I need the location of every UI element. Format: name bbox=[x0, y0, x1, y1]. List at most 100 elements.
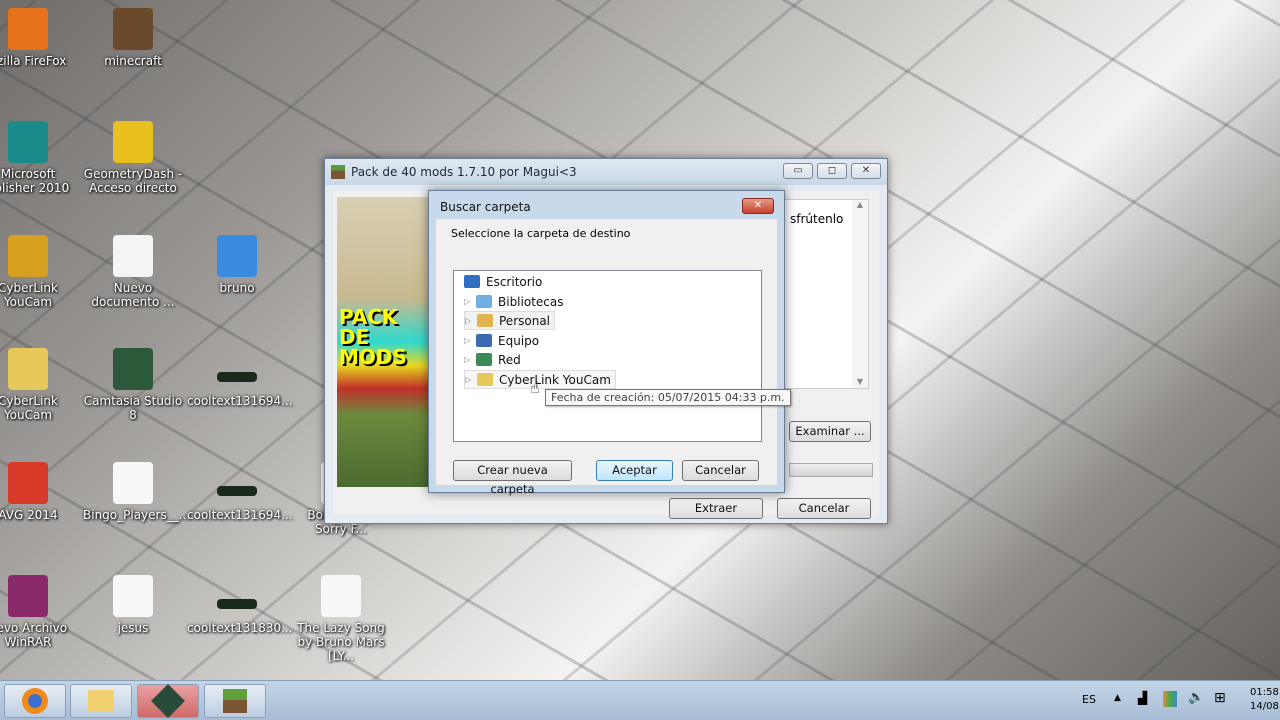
minecraft-icon bbox=[113, 8, 153, 50]
desktop-icon-item[interactable]: AVG 2014 bbox=[0, 462, 78, 522]
folder-icon bbox=[477, 373, 493, 386]
expand-arrow-icon[interactable]: ▷ bbox=[464, 355, 476, 364]
geometrydash-icon bbox=[113, 121, 153, 163]
user-folder-icon bbox=[477, 314, 493, 327]
browse-folder-dialog: Buscar carpeta ✕ Seleccione la carpeta d… bbox=[428, 190, 785, 496]
language-indicator[interactable]: ES bbox=[1082, 693, 1096, 706]
computer-icon bbox=[476, 334, 492, 347]
tree-item-personal[interactable]: ▷ Personal bbox=[464, 311, 556, 330]
taskbar-explorer[interactable] bbox=[70, 684, 132, 718]
folder-tree[interactable]: Escritorio ▷ Bibliotecas ▷ Personal ▷ Equip… bbox=[453, 270, 762, 442]
desktop-icon-item[interactable]: Nuevo documento ... bbox=[83, 235, 183, 309]
image-icon bbox=[217, 599, 257, 609]
tree-label: Personal bbox=[499, 313, 551, 328]
expand-arrow-icon[interactable]: ▷ bbox=[464, 297, 476, 306]
close-button[interactable]: ✕ bbox=[851, 163, 881, 179]
camtasia-icon bbox=[113, 348, 153, 390]
document-icon bbox=[113, 235, 153, 277]
clock[interactable]: 01:58 14/08 bbox=[1250, 686, 1279, 714]
desktop-icon-label: The Lazy Song by Bruno Mars [LY... bbox=[297, 621, 385, 663]
folder-icon bbox=[8, 348, 48, 390]
image-icon bbox=[217, 372, 257, 382]
tree-item-equipo[interactable]: ▷ Equipo bbox=[464, 331, 539, 350]
license-textarea[interactable]: sfrútenlo ▲ ▼ bbox=[783, 199, 869, 389]
tree-item-bibliotecas[interactable]: ▷ Bibliotecas bbox=[464, 292, 563, 311]
maximize-button[interactable]: ◻ bbox=[817, 163, 847, 179]
expand-arrow-icon[interactable]: ▷ bbox=[465, 375, 477, 384]
browse-button[interactable]: Examinar ... bbox=[789, 421, 871, 442]
desktop-icon-item[interactable]: bruno bbox=[187, 235, 287, 295]
desktop-icon-label: Bingo_Players__... bbox=[83, 508, 191, 522]
dialog-close-button[interactable]: ✕ bbox=[742, 198, 774, 214]
expand-arrow-icon[interactable]: ▷ bbox=[465, 316, 477, 325]
tree-item-red[interactable]: ▷ Red bbox=[464, 350, 521, 369]
desktop-icon-item[interactable]: uevo Archivo WinRAR bbox=[0, 575, 78, 649]
desktop-icon-label: cooltext131694... bbox=[187, 394, 293, 408]
desktop-icon-label: uevo Archivo WinRAR bbox=[0, 621, 68, 649]
desktop-icon-label: GeometryDash - Acceso directo bbox=[83, 167, 183, 195]
extract-button[interactable]: Extraer bbox=[669, 498, 763, 519]
image-icon bbox=[217, 486, 257, 496]
network-icon bbox=[476, 353, 492, 366]
new-folder-button[interactable]: Crear nueva carpeta bbox=[453, 460, 572, 496]
publisher-icon bbox=[8, 121, 48, 163]
banner-image: PACK DE MODS bbox=[337, 197, 432, 487]
desktop-icon-item[interactable]: jesus bbox=[83, 575, 183, 635]
signal-icon[interactable]: ▟ bbox=[1138, 691, 1147, 705]
tree-item-cyberlink-youcam[interactable]: ▷ CyberLink YouCam bbox=[464, 370, 616, 389]
desktop-icon-item[interactable]: cooltext131694... bbox=[187, 462, 293, 522]
taskbar-camtasia-recorder[interactable] bbox=[137, 684, 199, 718]
desktop-icon-item[interactable]: Bingo_Players__... bbox=[83, 462, 191, 522]
mp3-icon bbox=[321, 575, 361, 617]
minimize-button[interactable]: ▭ bbox=[783, 163, 813, 179]
desktop-icon bbox=[464, 275, 480, 288]
license-text: sfrútenlo bbox=[790, 212, 844, 226]
desktop-icon-item[interactable]: Camtasia Studio 8 bbox=[83, 348, 183, 422]
accept-button[interactable]: Aceptar bbox=[596, 460, 673, 481]
desktop-icon-item[interactable]: Microsoft ublisher 2010 bbox=[0, 121, 78, 195]
desktop-icon-label: Camtasia Studio 8 bbox=[83, 394, 183, 422]
desktop-icon-label: AVG 2014 bbox=[0, 508, 58, 522]
mp3-icon bbox=[113, 575, 153, 617]
taskbar-firefox[interactable] bbox=[4, 684, 66, 718]
avg-icon bbox=[8, 462, 48, 504]
desktop-icon-item[interactable]: minecraft bbox=[83, 8, 183, 68]
action-center-icon[interactable]: ⊞ bbox=[1214, 690, 1226, 706]
desktop-icon-item[interactable]: CyberLink YouCam bbox=[0, 235, 78, 309]
expand-arrow-icon[interactable]: ▷ bbox=[464, 336, 476, 345]
scrollbar[interactable]: ▲ ▼ bbox=[852, 200, 868, 388]
desktop-icon-item[interactable]: ozilla FireFox bbox=[0, 8, 78, 68]
taskbar: ES ▲ ▟ 🔈 ⊞ 01:58 14/08 bbox=[0, 680, 1280, 720]
tree-item-escritorio[interactable]: Escritorio bbox=[464, 272, 542, 291]
desktop-icon-item[interactable]: GeometryDash - Acceso directo bbox=[83, 121, 183, 195]
desktop-icon-item[interactable]: CyberLink YouCam bbox=[0, 348, 78, 422]
desktop-icon-label: minecraft bbox=[104, 54, 162, 68]
desktop-icon-label: jesus bbox=[117, 621, 149, 635]
clock-date: 14/08 bbox=[1250, 701, 1279, 712]
tree-label: Bibliotecas bbox=[498, 294, 564, 309]
app-tray-icon[interactable] bbox=[1163, 691, 1177, 707]
desktop-icon-item[interactable]: cooltext131830... bbox=[187, 575, 293, 635]
dialog-title: Buscar carpeta bbox=[440, 200, 531, 214]
winrar-icon bbox=[8, 575, 48, 617]
dialog-body: Seleccione la carpeta de destino Escrito… bbox=[436, 219, 777, 496]
progress-bar bbox=[789, 463, 873, 477]
desktop-icon-label: CyberLink YouCam bbox=[0, 394, 58, 422]
show-hidden-icons[interactable]: ▲ bbox=[1114, 693, 1121, 703]
clock-time: 01:58 bbox=[1250, 687, 1279, 698]
mouse-cursor-hand-icon: ☝ bbox=[530, 378, 540, 397]
desktop-icon-item[interactable]: cooltext131694... bbox=[187, 348, 293, 408]
desktop-icon-label: ozilla FireFox bbox=[0, 54, 67, 68]
dialog-cancel-button[interactable]: Cancelar bbox=[682, 460, 759, 481]
cancel-button[interactable]: Cancelar bbox=[777, 498, 871, 519]
tree-label: Equipo bbox=[498, 333, 540, 348]
desktop-icon-label: cooltext131830... bbox=[187, 621, 293, 635]
desktop-icon-label: CyberLink YouCam bbox=[0, 281, 58, 309]
desktop-icon-item[interactable]: The Lazy Song by Bruno Mars [LY... bbox=[291, 575, 391, 663]
taskbar-minecraft[interactable] bbox=[204, 684, 266, 718]
video-icon bbox=[217, 235, 257, 277]
folder-icon bbox=[88, 690, 114, 712]
volume-icon[interactable]: 🔈 bbox=[1188, 690, 1204, 705]
desktop-icon-label: cooltext131694... bbox=[187, 508, 293, 522]
tree-label: CyberLink YouCam bbox=[499, 372, 611, 387]
